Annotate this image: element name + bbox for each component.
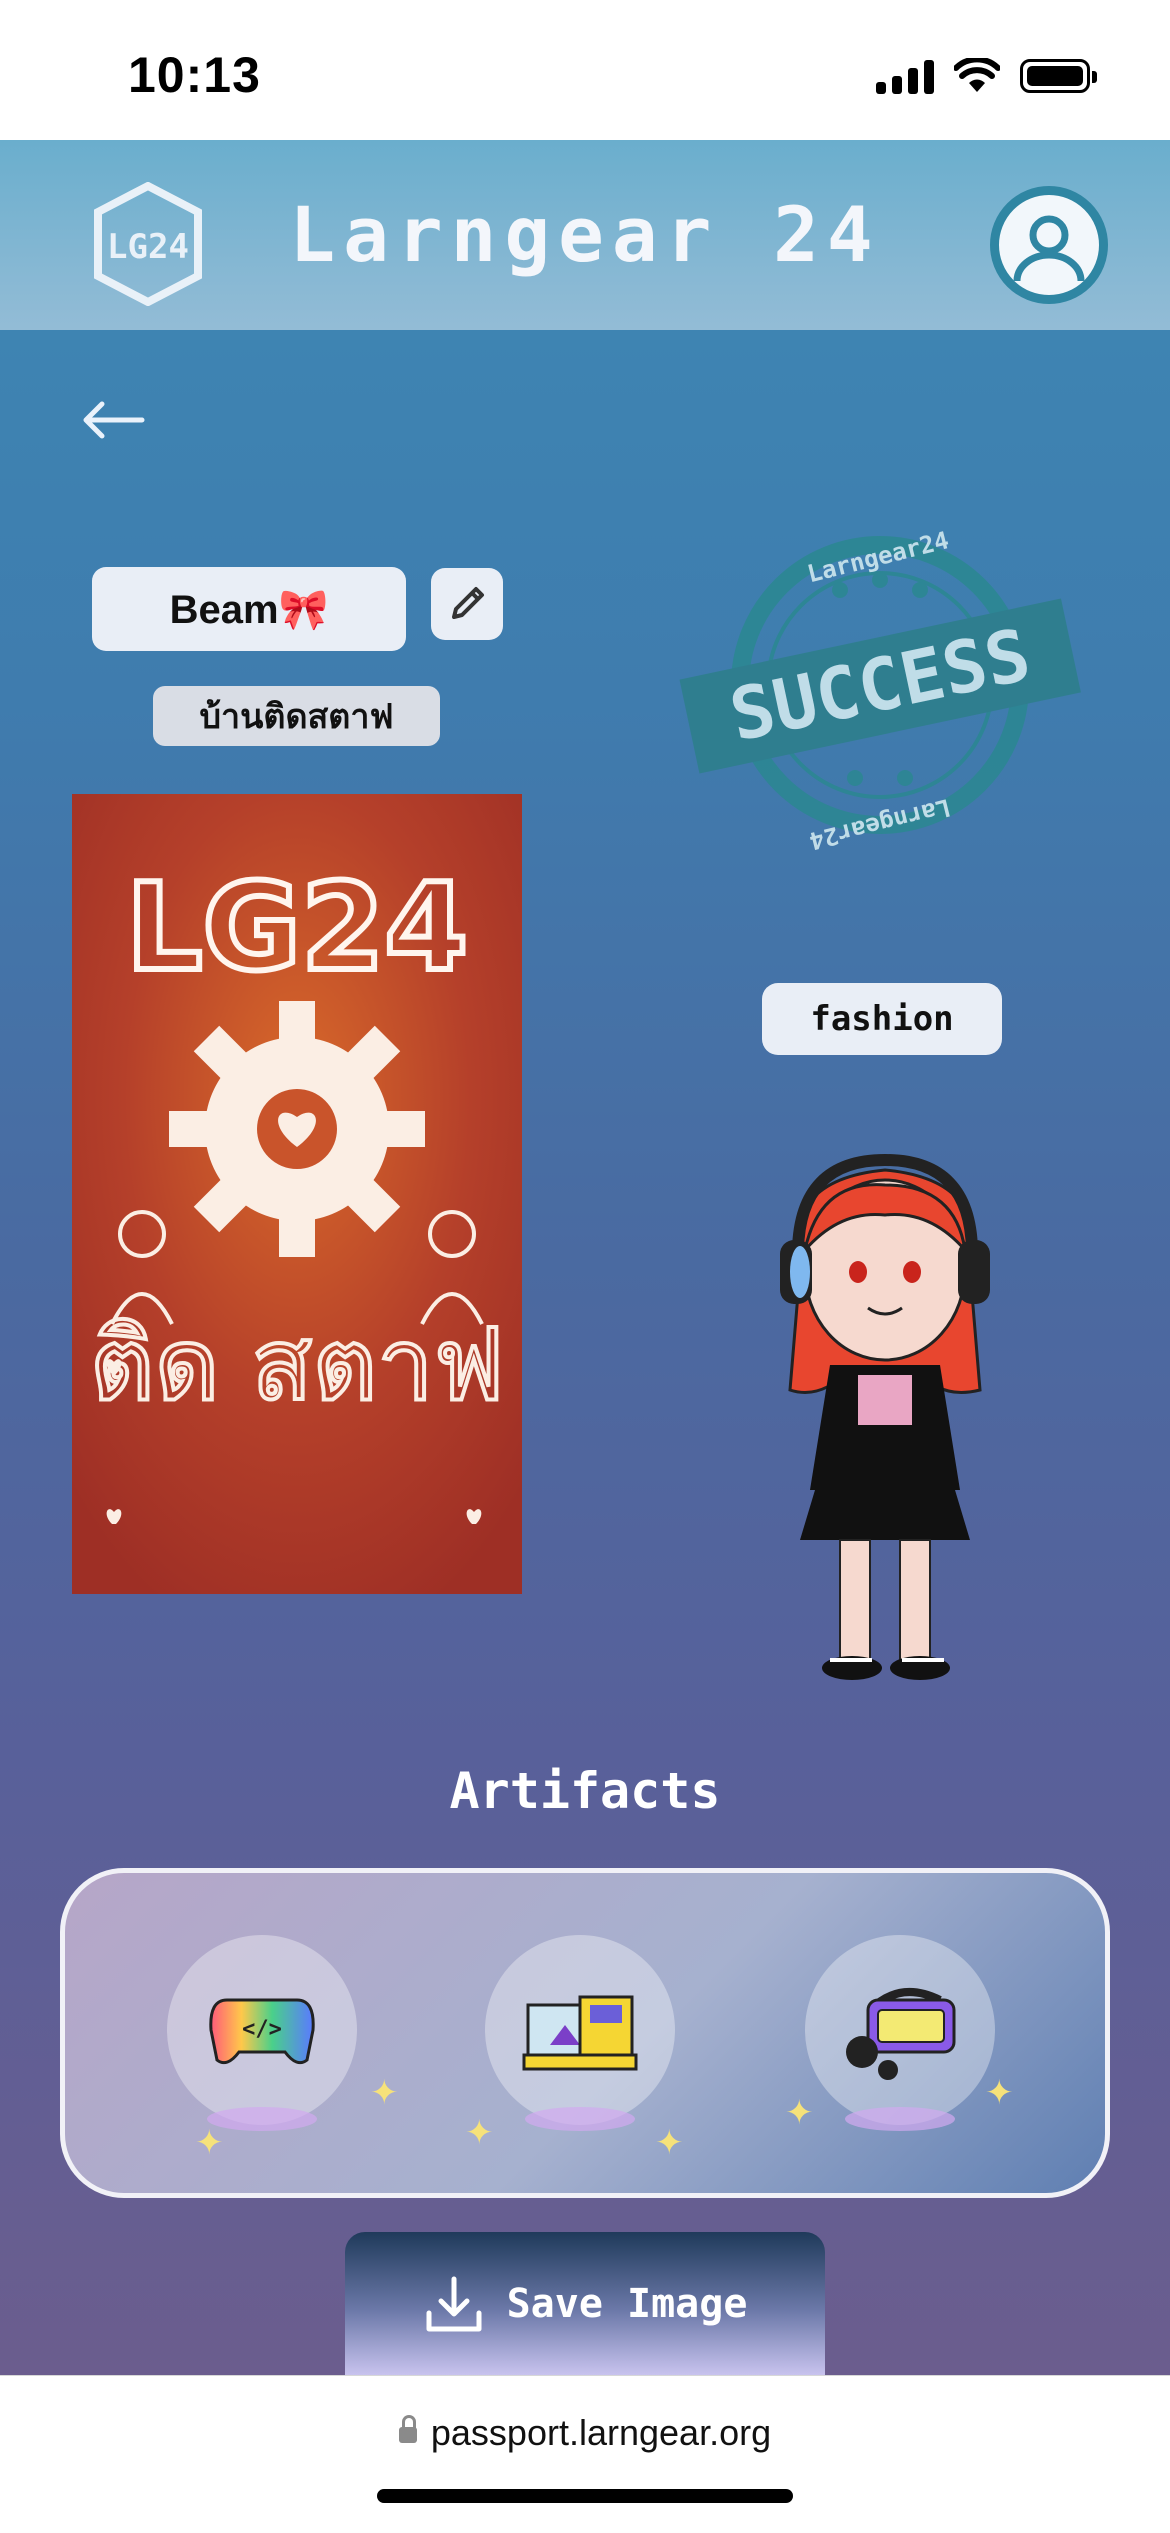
sparkle-icon: ✦ — [370, 2073, 399, 2113]
back-arrow-icon[interactable] — [78, 390, 148, 450]
yellow-3d-printer-icon — [522, 1995, 638, 2071]
save-image-button[interactable]: Save Image — [345, 2232, 825, 2375]
wifi-icon — [954, 58, 1000, 92]
house-badge: บ้านติดสตาฟ — [153, 686, 440, 746]
lock-icon — [398, 2415, 417, 2444]
svg-text:</>: </> — [242, 2017, 282, 2042]
save-image-label: Save Image — [506, 2280, 748, 2327]
svg-text:ติด สตาฟ: ติด สตาฟ — [90, 1306, 505, 1423]
artifact-item[interactable]: </> — [167, 1935, 357, 2131]
svg-text:SUCCESS: SUCCESS — [723, 612, 1037, 757]
browser-address-bar[interactable]: passport.larngear.org — [0, 2375, 1170, 2533]
download-icon — [426, 2276, 482, 2331]
rainbow-gamepad-icon: </> — [209, 1998, 315, 2065]
sparkle-icon: ✦ — [465, 2113, 494, 2153]
profile-button[interactable] — [990, 186, 1108, 304]
avatar-character — [780, 1153, 990, 1680]
artifact-item[interactable] — [805, 1935, 995, 2131]
status-bar: 10:13 — [0, 0, 1170, 140]
gear-heart-icon — [169, 1001, 425, 1257]
sparkle-icon: ✦ — [195, 2123, 224, 2163]
battery-icon — [1020, 59, 1097, 93]
artifacts-heading: Artifacts — [449, 1762, 721, 1820]
home-indicator[interactable] — [377, 2489, 793, 2503]
edit-name-button[interactable] — [431, 568, 503, 640]
sparkle-icon: ✦ — [985, 2073, 1014, 2113]
user-icon — [1013, 215, 1085, 282]
keyboard-headset-icon — [846, 1988, 956, 2080]
cellular-signal-icon — [876, 58, 934, 94]
artifact-item[interactable] — [485, 1935, 675, 2131]
url-display[interactable]: passport.larngear.org — [0, 2412, 1170, 2454]
sparkle-icon: ✦ — [785, 2093, 814, 2133]
status-time: 10:13 — [128, 47, 261, 103]
svg-text:LG24: LG24 — [126, 859, 468, 998]
success-stamp: SUCCESS Larngear24 Larngear24 — [679, 526, 1081, 850]
interest-tag: fashion — [762, 983, 1002, 1055]
player-name: Beam🎀 — [92, 567, 406, 651]
app-header: LG24 Larngear 24 — [0, 140, 1170, 330]
sparkle-icon: ✦ — [655, 2123, 684, 2163]
passport-page: LG24 Larngear 24 Beam🎀 บ้านติดสตาฟ LG24 … — [0, 140, 1170, 2375]
pencil-icon — [452, 587, 484, 619]
status-icons — [876, 56, 1097, 96]
artifacts-panel: </> ✦ ✦ ✦ ✦ ✦ ✦ — [60, 1868, 1110, 2198]
house-card-image: LG24 ติด สตาฟ — [72, 794, 522, 1594]
url-text: passport.larngear.org — [430, 2412, 772, 2453]
